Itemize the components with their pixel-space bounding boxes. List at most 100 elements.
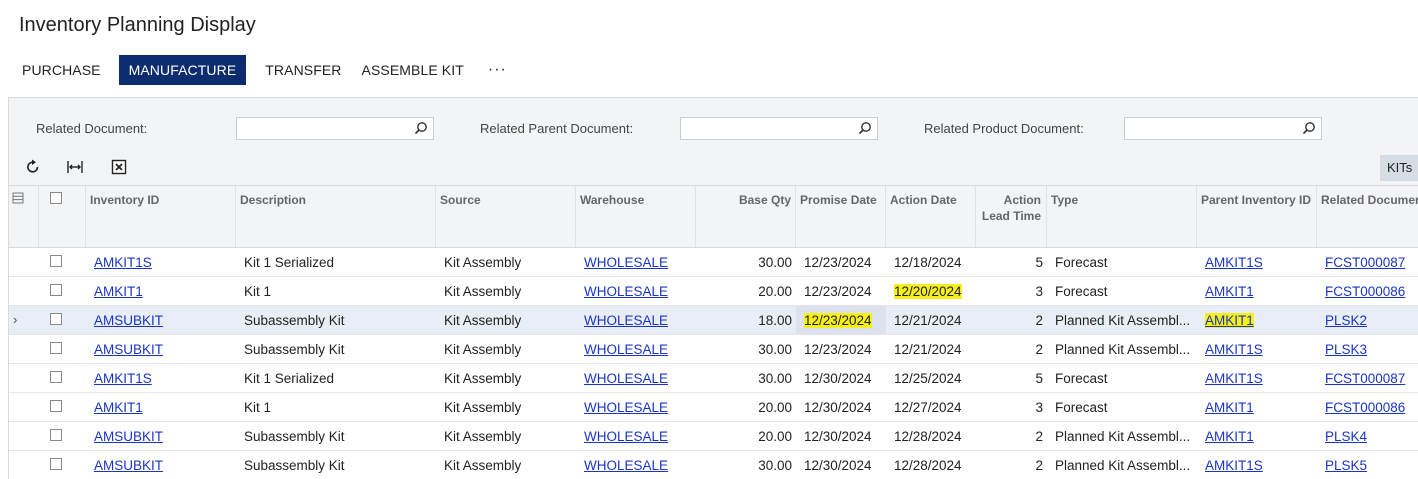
row-checkbox[interactable]: [50, 313, 62, 325]
cell-promise-date[interactable]: 12/30/2024: [796, 451, 886, 479]
cell-related-document-link[interactable]: FCST000086: [1325, 400, 1405, 415]
cell-base-qty[interactable]: 30.00: [696, 451, 796, 479]
cell-parent-inventory-id-link[interactable]: AMKIT1S: [1205, 342, 1263, 357]
cell-type[interactable]: Forecast: [1047, 248, 1197, 276]
cell-inventory-id-link[interactable]: AMSUBKIT: [94, 313, 163, 328]
cell-description[interactable]: Subassembly Kit: [236, 306, 436, 334]
cell-related-document[interactable]: FCST000086: [1317, 393, 1418, 421]
cell-warehouse-link[interactable]: WHOLESALE: [584, 255, 668, 270]
cell-action-date[interactable]: 12/18/2024: [886, 248, 976, 276]
cell-source[interactable]: Kit Assembly: [436, 451, 576, 479]
col-description[interactable]: Description: [236, 186, 436, 247]
cell-warehouse[interactable]: WHOLESALE: [576, 364, 696, 392]
related-product-document-input[interactable]: [1124, 117, 1322, 140]
cell-source[interactable]: Kit Assembly: [436, 422, 576, 450]
cell-base-qty[interactable]: 20.00: [696, 277, 796, 305]
cell-parent-inventory-id-link[interactable]: AMKIT1: [1205, 400, 1254, 415]
cell-inventory-id-link[interactable]: AMSUBKIT: [94, 429, 163, 444]
col-warehouse[interactable]: Warehouse: [576, 186, 696, 247]
cell-warehouse[interactable]: WHOLESALE: [576, 277, 696, 305]
cell-inventory-id-link[interactable]: AMSUBKIT: [94, 342, 163, 357]
cell-parent-inventory-id[interactable]: AMKIT1: [1197, 306, 1317, 334]
cell-inventory-id[interactable]: AMKIT1S: [86, 248, 236, 276]
cell-action-date[interactable]: 12/20/2024: [886, 277, 976, 305]
cell-action-date[interactable]: 12/21/2024: [886, 335, 976, 363]
cell-action-lead-time[interactable]: 3: [976, 393, 1047, 421]
cell-description[interactable]: Kit 1 Serialized: [236, 364, 436, 392]
table-row[interactable]: AMKIT1 Kit 1 Kit Assembly WHOLESALE 20.00 12/…: [9, 277, 1418, 306]
cell-related-document-link[interactable]: FCST000087: [1325, 371, 1405, 386]
cell-related-document[interactable]: PLSK3: [1317, 335, 1418, 363]
cell-description[interactable]: Kit 1 Serialized: [236, 248, 436, 276]
related-parent-document-input[interactable]: [680, 117, 878, 140]
cell-warehouse-link[interactable]: WHOLESALE: [584, 284, 668, 299]
col-promise-date[interactable]: Promise Date: [796, 186, 886, 247]
table-row[interactable]: AMKIT1S Kit 1 Serialized Kit Assembly WHOLE…: [9, 364, 1418, 393]
cell-inventory-id-link[interactable]: AMKIT1S: [94, 371, 152, 386]
cell-source[interactable]: Kit Assembly: [436, 364, 576, 392]
cell-parent-inventory-id[interactable]: AMKIT1S: [1197, 451, 1317, 479]
cell-action-lead-time[interactable]: 3: [976, 277, 1047, 305]
row-checkbox[interactable]: [50, 371, 62, 383]
row-checkbox[interactable]: [50, 400, 62, 412]
cell-promise-date[interactable]: 12/30/2024: [796, 422, 886, 450]
cell-warehouse-link[interactable]: WHOLESALE: [584, 342, 668, 357]
cell-inventory-id[interactable]: AMSUBKIT: [86, 306, 236, 334]
export-excel-icon[interactable]: [110, 158, 128, 176]
cell-related-document[interactable]: FCST000087: [1317, 364, 1418, 392]
kits-button[interactable]: KITs: [1380, 155, 1418, 181]
cell-warehouse-link[interactable]: WHOLESALE: [584, 371, 668, 386]
col-source[interactable]: Source: [436, 186, 576, 247]
cell-warehouse-link[interactable]: WHOLESALE: [584, 429, 668, 444]
cell-source[interactable]: Kit Assembly: [436, 277, 576, 305]
cell-type[interactable]: Planned Kit Assembl...: [1047, 306, 1197, 334]
manufacture-button[interactable]: MANUFACTURE: [118, 55, 247, 85]
table-row[interactable]: AMSUBKIT Subassembly Kit Kit Assembly WHOLE…: [9, 422, 1418, 451]
row-checkbox[interactable]: [50, 342, 62, 354]
cell-description[interactable]: Subassembly Kit: [236, 422, 436, 450]
cell-source[interactable]: Kit Assembly: [436, 306, 576, 334]
cell-base-qty[interactable]: 30.00: [696, 248, 796, 276]
select-all-checkbox[interactable]: [50, 192, 62, 204]
table-row[interactable]: AMKIT1 Kit 1 Kit Assembly WHOLESALE 20.00 12/…: [9, 393, 1418, 422]
cell-parent-inventory-id[interactable]: AMKIT1S: [1197, 364, 1317, 392]
row-checkbox[interactable]: [50, 429, 62, 441]
cell-inventory-id-link[interactable]: AMKIT1S: [94, 255, 152, 270]
fit-columns-icon[interactable]: [66, 158, 84, 176]
col-action-lead-time[interactable]: Action Lead Time: [976, 186, 1047, 247]
cell-parent-inventory-id[interactable]: AMKIT1S: [1197, 248, 1317, 276]
cell-base-qty[interactable]: 30.00: [696, 364, 796, 392]
cell-promise-date[interactable]: 12/23/2024: [796, 306, 886, 334]
col-action-date[interactable]: Action Date: [886, 186, 976, 247]
cell-parent-inventory-id[interactable]: AMKIT1S: [1197, 335, 1317, 363]
cell-promise-date[interactable]: 12/30/2024: [796, 393, 886, 421]
cell-related-document[interactable]: PLSK2: [1317, 306, 1418, 334]
cell-promise-date[interactable]: 12/23/2024: [796, 335, 886, 363]
more-actions-button[interactable]: ···: [474, 55, 521, 85]
assemble-kit-button[interactable]: ASSEMBLE KIT: [352, 55, 474, 85]
cell-type[interactable]: Forecast: [1047, 277, 1197, 305]
cell-related-document[interactable]: FCST000086: [1317, 277, 1418, 305]
cell-description[interactable]: Subassembly Kit: [236, 451, 436, 479]
col-inventory-id[interactable]: Inventory ID: [86, 186, 236, 247]
cell-warehouse[interactable]: WHOLESALE: [576, 335, 696, 363]
cell-inventory-id[interactable]: AMKIT1: [86, 277, 236, 305]
refresh-icon[interactable]: [24, 158, 42, 176]
cell-description[interactable]: Subassembly Kit: [236, 335, 436, 363]
cell-base-qty[interactable]: 18.00: [696, 306, 796, 334]
col-type[interactable]: Type: [1047, 186, 1197, 247]
cell-source[interactable]: Kit Assembly: [436, 335, 576, 363]
cell-type[interactable]: Planned Kit Assembl...: [1047, 422, 1197, 450]
table-row[interactable]: AMSUBKIT Subassembly Kit Kit Assembly WHOLE…: [9, 451, 1418, 479]
cell-warehouse-link[interactable]: WHOLESALE: [584, 400, 668, 415]
cell-related-document[interactable]: FCST000087: [1317, 248, 1418, 276]
transfer-button[interactable]: TRANSFER: [255, 55, 351, 85]
table-row[interactable]: AMSUBKIT Subassembly Kit Kit Assembly WHOLE…: [9, 335, 1418, 364]
cell-warehouse[interactable]: WHOLESALE: [576, 248, 696, 276]
cell-promise-date[interactable]: 12/23/2024: [796, 277, 886, 305]
cell-parent-inventory-id[interactable]: AMKIT1: [1197, 422, 1317, 450]
cell-inventory-id[interactable]: AMSUBKIT: [86, 451, 236, 479]
cell-action-date[interactable]: 12/21/2024: [886, 306, 976, 334]
cell-base-qty[interactable]: 30.00: [696, 335, 796, 363]
cell-type[interactable]: Forecast: [1047, 364, 1197, 392]
